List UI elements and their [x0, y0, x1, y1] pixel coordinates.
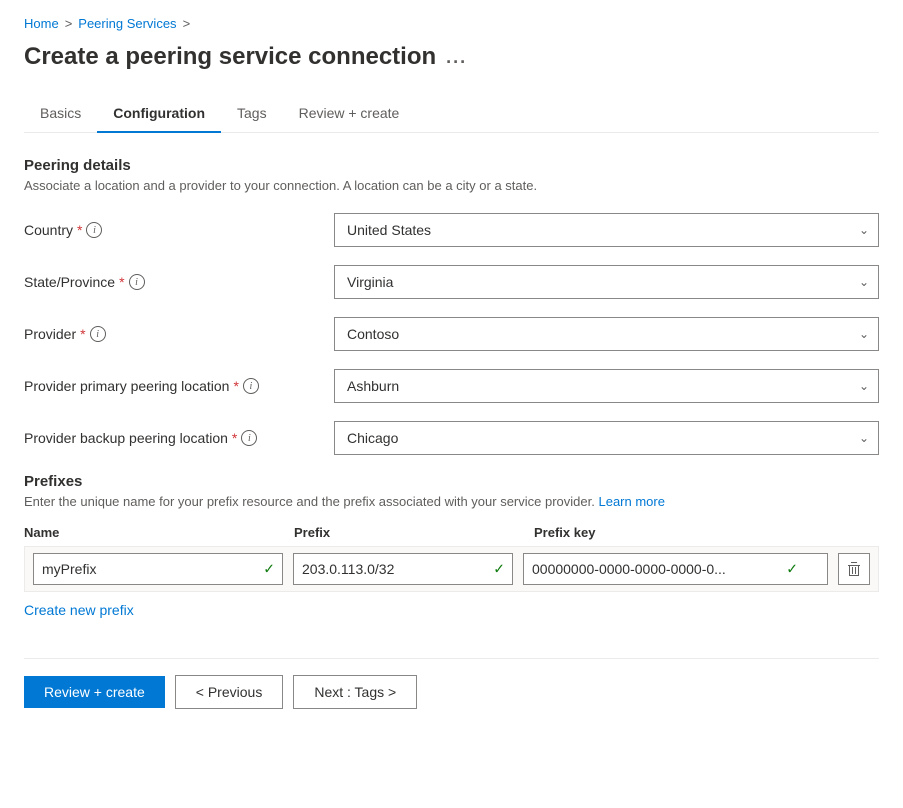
- trash-icon: [847, 562, 861, 576]
- breadcrumb-sep2: >: [183, 16, 191, 31]
- peering-details-title: Peering details: [24, 157, 879, 174]
- backup-location-select[interactable]: Chicago: [334, 421, 879, 455]
- backup-location-select-wrapper: Chicago ⌄: [334, 421, 879, 455]
- prefix-key-wrap: ✓: [523, 553, 828, 585]
- create-new-prefix-link[interactable]: Create new prefix: [24, 602, 134, 618]
- primary-location-row: Provider primary peering location * i As…: [24, 369, 879, 403]
- prefix-name-wrap: ✓: [33, 553, 283, 585]
- review-create-button[interactable]: Review + create: [24, 676, 165, 708]
- backup-location-label: Provider backup peering location * i: [24, 430, 334, 446]
- col-header-key: Prefix key: [534, 525, 879, 540]
- country-select-wrapper: United States ⌄: [334, 213, 879, 247]
- prefix-delete-button[interactable]: [838, 553, 870, 585]
- state-row: State/Province * i Virginia ⌄: [24, 265, 879, 299]
- prefix-row: ✓ ✓ ✓: [24, 546, 879, 592]
- col-header-name: Name: [24, 525, 284, 540]
- country-select[interactable]: United States: [334, 213, 879, 247]
- provider-row: Provider * i Contoso ⌄: [24, 317, 879, 351]
- provider-info-icon[interactable]: i: [90, 326, 106, 342]
- next-button[interactable]: Next : Tags >: [293, 675, 417, 709]
- country-required: *: [77, 222, 82, 238]
- prefix-key-input[interactable]: [523, 553, 828, 585]
- country-info-icon[interactable]: i: [86, 222, 102, 238]
- backup-location-control: Chicago ⌄: [334, 421, 879, 455]
- tab-review-create[interactable]: Review + create: [283, 95, 416, 133]
- backup-location-info-icon[interactable]: i: [241, 430, 257, 446]
- provider-select-wrapper: Contoso ⌄: [334, 317, 879, 351]
- tabs-container: Basics Configuration Tags Review + creat…: [24, 95, 879, 133]
- primary-location-label: Provider primary peering location * i: [24, 378, 334, 394]
- create-new-prefix-link-wrap: Create new prefix: [24, 602, 134, 618]
- prefixes-desc: Enter the unique name for your prefix re…: [24, 494, 879, 509]
- prefix-prefix-input[interactable]: [293, 553, 513, 585]
- page-title: Create a peering service connection ...: [24, 43, 879, 71]
- prefixes-section: Prefixes Enter the unique name for your …: [24, 473, 879, 618]
- state-label: State/Province * i: [24, 274, 334, 290]
- tab-basics[interactable]: Basics: [24, 95, 97, 133]
- provider-select[interactable]: Contoso: [334, 317, 879, 351]
- breadcrumb-sep1: >: [65, 16, 73, 31]
- prefixes-title: Prefixes: [24, 473, 879, 490]
- state-select[interactable]: Virginia: [334, 265, 879, 299]
- learn-more-link[interactable]: Learn more: [598, 494, 664, 509]
- prefix-table-header: Name Prefix Prefix key: [24, 525, 879, 540]
- title-ellipsis: ...: [446, 47, 467, 68]
- country-label: Country * i: [24, 222, 334, 238]
- backup-location-row: Provider backup peering location * i Chi…: [24, 421, 879, 455]
- primary-location-info-icon[interactable]: i: [243, 378, 259, 394]
- breadcrumb-home[interactable]: Home: [24, 16, 59, 31]
- prefix-prefix-check-icon: ✓: [493, 561, 505, 578]
- primary-location-select-wrapper: Ashburn ⌄: [334, 369, 879, 403]
- primary-location-required: *: [233, 378, 238, 394]
- peering-details-desc: Associate a location and a provider to y…: [24, 178, 879, 193]
- provider-control: Contoso ⌄: [334, 317, 879, 351]
- country-control: United States ⌄: [334, 213, 879, 247]
- breadcrumb: Home > Peering Services >: [24, 16, 879, 31]
- provider-required: *: [80, 326, 85, 342]
- state-select-wrapper: Virginia ⌄: [334, 265, 879, 299]
- col-header-prefix: Prefix: [294, 525, 524, 540]
- state-control: Virginia ⌄: [334, 265, 879, 299]
- prefix-key-check-icon: ✓: [786, 561, 798, 578]
- breadcrumb-peering-services[interactable]: Peering Services: [78, 16, 176, 31]
- primary-location-control: Ashburn ⌄: [334, 369, 879, 403]
- state-required: *: [119, 274, 124, 290]
- country-row: Country * i United States ⌄: [24, 213, 879, 247]
- backup-location-required: *: [232, 430, 237, 446]
- primary-location-select[interactable]: Ashburn: [334, 369, 879, 403]
- previous-button[interactable]: < Previous: [175, 675, 284, 709]
- tab-configuration[interactable]: Configuration: [97, 95, 221, 133]
- peering-details-section: Peering details Associate a location and…: [24, 157, 879, 455]
- footer: Review + create < Previous Next : Tags >: [24, 658, 879, 709]
- state-info-icon[interactable]: i: [129, 274, 145, 290]
- tab-tags[interactable]: Tags: [221, 95, 283, 133]
- prefix-name-input[interactable]: [33, 553, 283, 585]
- provider-label: Provider * i: [24, 326, 334, 342]
- prefix-prefix-wrap: ✓: [293, 553, 513, 585]
- prefix-name-check-icon: ✓: [263, 561, 275, 578]
